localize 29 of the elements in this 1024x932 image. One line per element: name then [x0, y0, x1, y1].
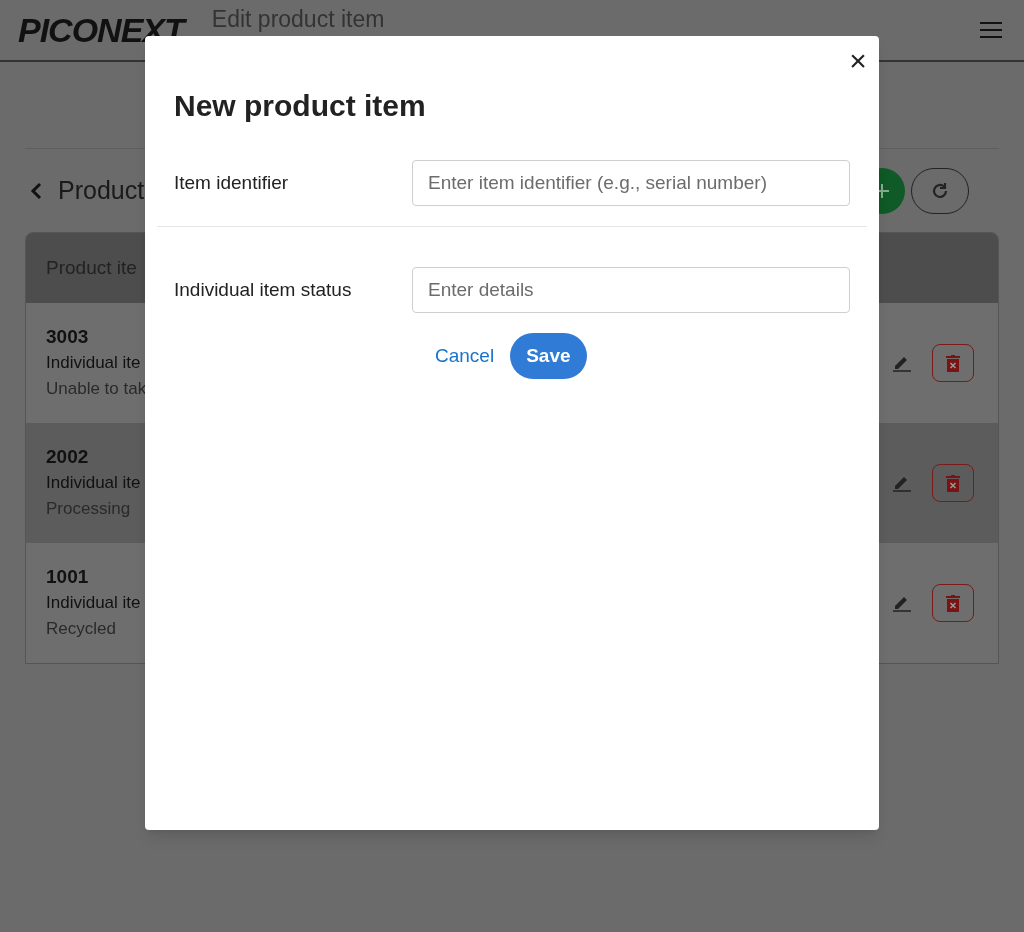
item-id: 2002 — [46, 445, 90, 469]
edit-icon[interactable] — [892, 474, 912, 492]
item-id: 1001 — [46, 565, 90, 589]
item-type: Individual ite — [46, 592, 141, 614]
edit-icon[interactable] — [892, 354, 912, 372]
cancel-link[interactable]: Cancel — [435, 341, 495, 371]
trash-icon — [946, 354, 960, 372]
item-status: Recycled — [46, 618, 117, 640]
trash-icon — [946, 594, 960, 612]
delete-button[interactable] — [932, 344, 974, 382]
delete-button[interactable] — [932, 584, 974, 622]
item-type: Individual ite — [46, 472, 141, 494]
field-label: Individual item status — [174, 277, 353, 302]
field-label: Item identifier — [174, 170, 290, 195]
input-field[interactable]: Enter details — [412, 267, 850, 313]
trash-icon — [946, 474, 960, 492]
edit-icon[interactable] — [892, 594, 912, 612]
input-field[interactable]: Enter item identifier (e.g., serial number) — [412, 160, 850, 206]
page-title: Edit product item — [211, 6, 385, 32]
item-status: Unable to tak — [46, 378, 147, 400]
modal-title: New product item — [174, 88, 426, 124]
section-title: Product — [58, 175, 145, 207]
refresh-icon — [930, 181, 950, 201]
save-button[interactable]: Save — [510, 333, 587, 379]
menu-icon[interactable] — [980, 22, 1002, 38]
item-type: Individual ite — [46, 352, 142, 374]
item-id: 3003 — [46, 325, 90, 349]
close-button[interactable]: × — [845, 44, 871, 78]
back-chevron-icon[interactable] — [30, 182, 42, 200]
